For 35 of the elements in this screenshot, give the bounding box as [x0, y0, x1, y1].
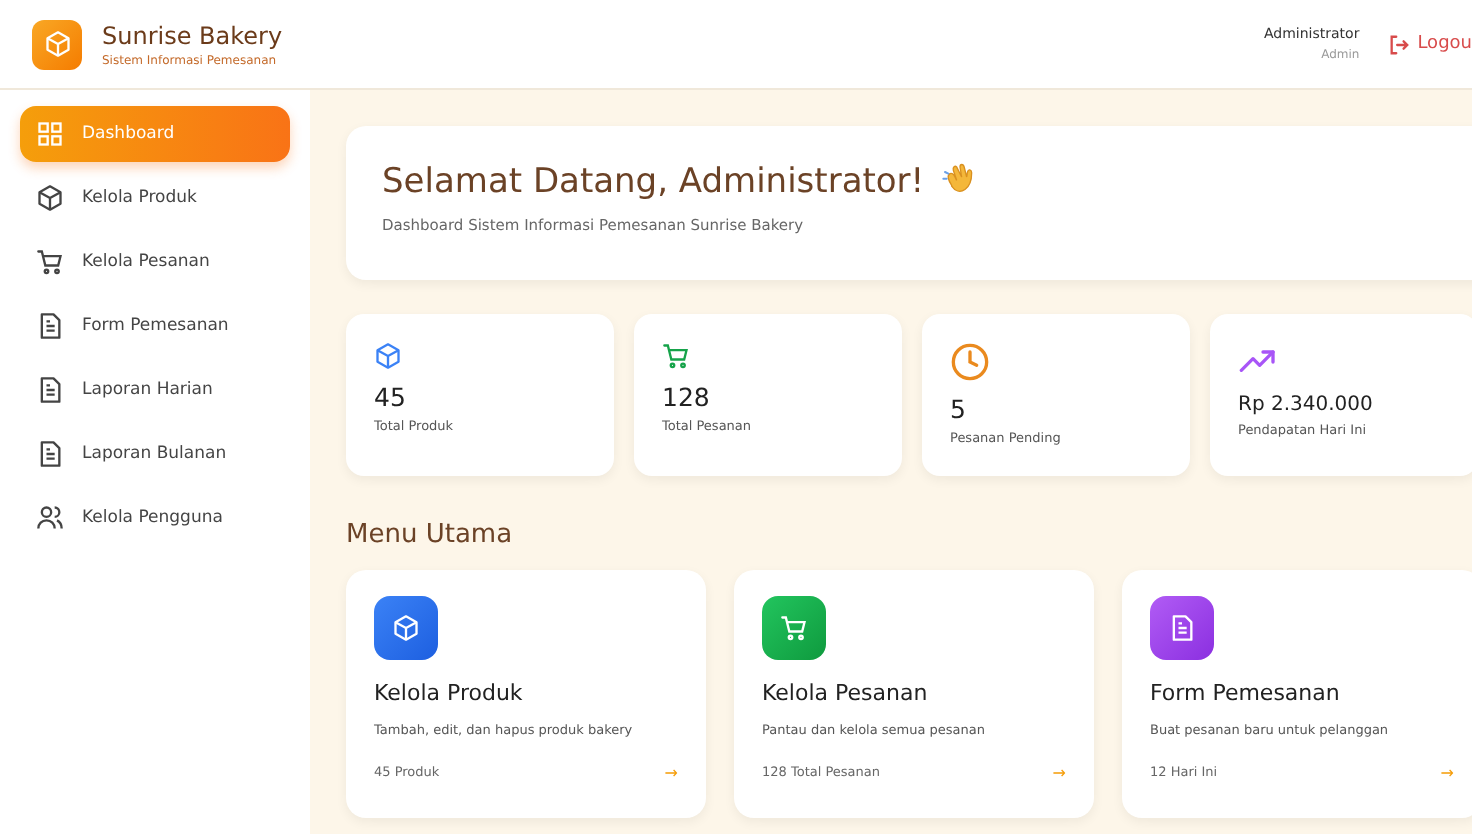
- document-icon: [1168, 614, 1196, 642]
- sidebar-item[interactable]: Laporan Harian: [20, 362, 290, 418]
- box-icon: [392, 614, 420, 642]
- logout-icon: [1387, 33, 1410, 55]
- cart-icon: [36, 248, 64, 276]
- sidebar-item[interactable]: Kelola Pengguna: [20, 490, 290, 546]
- stat-value: 5: [950, 394, 968, 424]
- menu-card-title: Kelola Produk: [374, 680, 525, 706]
- menu-card-title: Kelola Pesanan: [762, 680, 930, 706]
- document-icon: [36, 440, 64, 468]
- sidebar-item[interactable]: Form Pemesanan: [20, 298, 290, 354]
- arrow-icon: →: [1440, 764, 1454, 782]
- document-icon: [36, 376, 64, 404]
- box-icon: [374, 342, 402, 370]
- menu-card-title: Form Pemesanan: [1150, 680, 1342, 706]
- stat-value: 45: [374, 382, 408, 412]
- welcome-title: Selamat Datang, Administrator!: [382, 162, 925, 202]
- stat-value: Rp 2.340.000: [1238, 394, 1375, 416]
- section-title: Menu Utama: [346, 520, 515, 550]
- sidebar-item[interactable]: Kelola Produk: [20, 170, 290, 226]
- stat-value: 128: [662, 382, 712, 412]
- cart-icon: [780, 614, 808, 642]
- document-icon: [36, 312, 64, 340]
- grid-icon: [36, 120, 64, 148]
- sidebar-item[interactable]: Kelola Pesanan: [20, 234, 290, 290]
- cart-icon: [662, 342, 690, 370]
- arrow-icon: →: [1052, 764, 1066, 782]
- users-icon: [36, 504, 64, 532]
- logout-button[interactable]: Logou: [1387, 33, 1472, 55]
- brand-name: Sunrise Bakery: [102, 21, 283, 49]
- clock-icon: [950, 342, 990, 382]
- sidebar-item[interactable]: Laporan Bulanan: [20, 426, 290, 482]
- box-icon: [36, 184, 64, 212]
- arrow-icon: →: [664, 764, 678, 782]
- box-icon: [43, 30, 71, 58]
